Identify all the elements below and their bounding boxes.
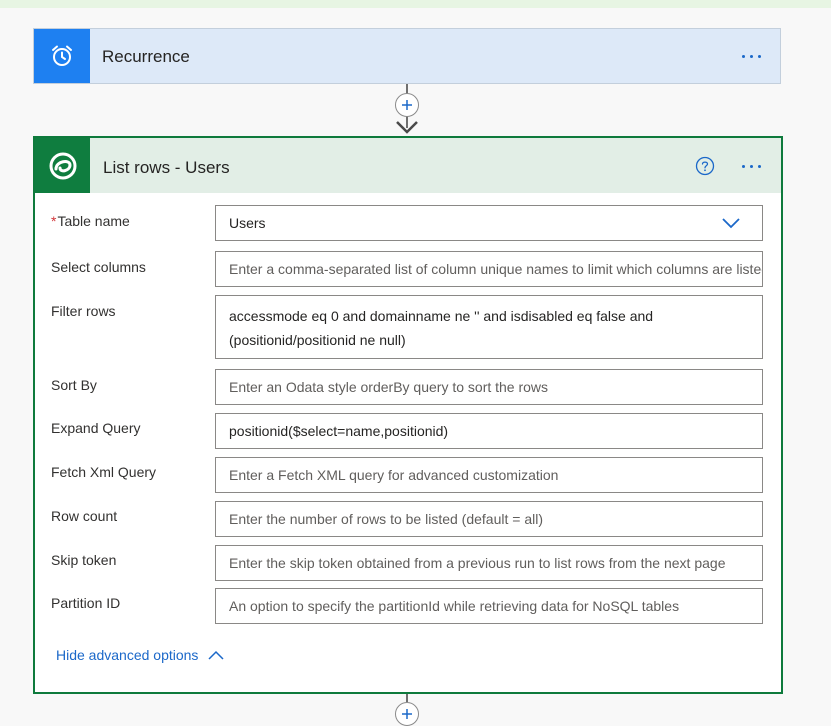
- recurrence-card[interactable]: Recurrence: [33, 28, 781, 84]
- recurrence-title: Recurrence: [102, 47, 190, 66]
- expand-query-label: Expand Query: [51, 420, 141, 436]
- chevron-up-icon: [208, 650, 224, 660]
- more-options-icon[interactable]: [742, 165, 761, 168]
- filter-rows-input[interactable]: accessmode eq 0 and domainname ne '' and…: [215, 295, 763, 359]
- expand-query-input[interactable]: positionid($select=name,positionid): [215, 413, 763, 449]
- more-options-icon[interactable]: [742, 55, 761, 58]
- list-rows-header[interactable]: List rows - Users: [35, 138, 781, 193]
- table-name-label: *Table name: [51, 213, 130, 229]
- alarm-clock-icon: [34, 29, 90, 83]
- add-step-button[interactable]: [395, 93, 419, 117]
- list-rows-card: List rows - Users *Table name Users Sele…: [33, 136, 783, 694]
- connector-line: [406, 694, 408, 702]
- partition-id-input[interactable]: An option to specify the partitionId whi…: [215, 588, 763, 624]
- dataverse-icon: [35, 138, 90, 193]
- row-count-label: Row count: [51, 508, 118, 524]
- hide-advanced-options-link[interactable]: Hide advanced options: [56, 647, 224, 663]
- fetch-xml-query-label: Fetch Xml Query: [51, 464, 157, 480]
- filter-rows-label: Filter rows: [51, 303, 116, 319]
- list-rows-title: List rows - Users: [103, 158, 230, 177]
- skip-token-input[interactable]: Enter the skip token obtained from a pre…: [215, 545, 763, 581]
- plus-icon: [402, 709, 412, 719]
- hide-advanced-options-label: Hide advanced options: [56, 647, 199, 663]
- help-icon[interactable]: [695, 156, 715, 176]
- table-name-dropdown[interactable]: Users: [215, 205, 763, 241]
- sort-by-input[interactable]: Enter an Odata style orderBy query to so…: [215, 369, 763, 405]
- partition-id-label: Partition ID: [51, 595, 121, 611]
- row-count-input[interactable]: Enter the number of rows to be listed (d…: [215, 501, 763, 537]
- select-columns-input[interactable]: Enter a comma-separated list of column u…: [215, 251, 763, 287]
- arrow-down-icon: [396, 121, 418, 134]
- fetch-xml-query-input[interactable]: Enter a Fetch XML query for advanced cus…: [215, 457, 763, 493]
- chevron-down-icon: [722, 218, 740, 229]
- select-columns-label: Select columns: [51, 259, 146, 275]
- table-name-value: Users: [229, 215, 266, 231]
- sort-by-label: Sort By: [51, 377, 97, 393]
- canvas-top-strip: [0, 0, 831, 8]
- skip-token-label: Skip token: [51, 552, 117, 568]
- plus-icon: [402, 100, 412, 110]
- add-step-button[interactable]: [395, 702, 419, 726]
